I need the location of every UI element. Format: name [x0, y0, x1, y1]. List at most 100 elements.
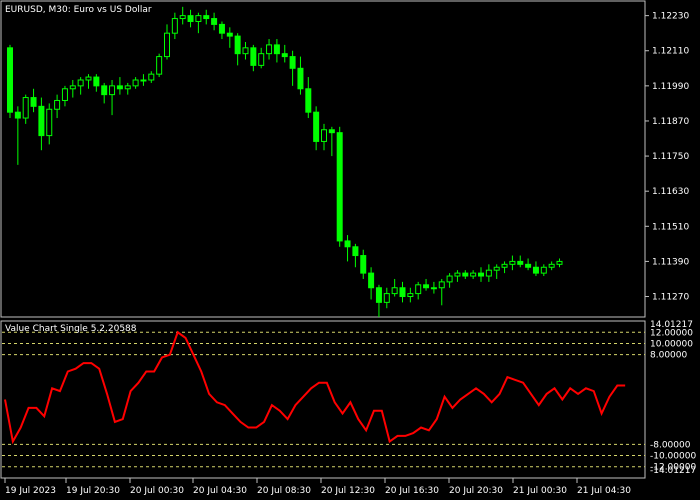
candle-body	[171, 18, 178, 34]
candle-body	[164, 32, 170, 58]
candle-body	[289, 56, 296, 69]
candle-body	[203, 15, 210, 20]
candle-body	[313, 111, 320, 142]
candle-body	[242, 47, 249, 55]
candle-body	[485, 269, 492, 277]
price-tick-label: 1.11870	[652, 117, 689, 127]
candle-body	[69, 85, 76, 90]
level-label: -10.00000	[650, 452, 696, 462]
candle-body	[148, 73, 155, 81]
trading-chart-window: EURUSD, M30: Euro vs US Dollar 1.122301.…	[0, 0, 700, 500]
candle	[156, 53, 163, 78]
candle-body	[305, 88, 312, 113]
candle-body	[540, 266, 547, 274]
time-tick-label: 21 Jul 04:30	[577, 486, 631, 496]
chart-title: EURUSD, M30: Euro vs US Dollar	[5, 5, 152, 15]
candle-body	[7, 47, 13, 113]
candle-body	[38, 105, 45, 137]
candle-body	[266, 44, 273, 55]
time-tick-label: 20 Jul 12:30	[321, 486, 375, 496]
candle-body	[124, 85, 131, 90]
price-tick-label: 1.11390	[652, 257, 689, 267]
candle-body	[234, 35, 241, 55]
time-tick-label: 21 Jul 00:30	[513, 486, 567, 496]
candle-body	[61, 88, 68, 101]
candle	[7, 44, 13, 119]
level-label: -8.00000	[650, 440, 691, 450]
candle-body	[297, 67, 304, 90]
time-tick-label: 19 Jul 20:30	[66, 486, 120, 496]
level-label: 12.00000	[650, 328, 693, 338]
candle-body	[30, 97, 37, 107]
candle-body	[109, 85, 116, 96]
candle-body	[14, 111, 21, 119]
candle-body	[93, 76, 100, 87]
candle-body	[250, 47, 257, 66]
time-tick-label: 20 Jul 00:30	[130, 486, 184, 496]
candle-body	[391, 287, 398, 295]
candle-body	[407, 293, 414, 298]
candle-body	[344, 240, 351, 248]
candle-body	[375, 287, 382, 303]
candle-body	[438, 281, 445, 289]
candle-body	[517, 260, 524, 265]
candle-body	[140, 79, 147, 82]
candle-body	[446, 275, 453, 283]
price-tick-label: 1.12230	[652, 12, 689, 22]
price-tick-label: 1.11750	[652, 152, 689, 162]
candle-body	[430, 287, 437, 290]
candle-body	[218, 23, 225, 34]
candle-body	[321, 129, 327, 142]
candle-body	[187, 15, 194, 22]
time-tick-label: 20 Jul 16:30	[385, 486, 439, 496]
candle-body	[423, 284, 430, 289]
candle-body	[548, 263, 555, 268]
candle-body	[226, 32, 233, 37]
candle-body	[383, 293, 390, 303]
level-label: 10.00000	[650, 339, 693, 349]
candle-body	[211, 18, 218, 25]
time-tick-label: 20 Jul 08:30	[257, 486, 311, 496]
candle-body	[156, 56, 163, 75]
candle-body	[360, 255, 367, 274]
candle-body	[22, 97, 29, 119]
candle	[336, 126, 343, 247]
candle-body	[46, 108, 53, 137]
candle-body	[116, 85, 123, 90]
price-tick-label: 1.11990	[652, 82, 689, 92]
price-tick-label: 1.11510	[652, 222, 689, 232]
price-tick-label: 1.11630	[652, 187, 689, 197]
candle-body	[415, 284, 422, 295]
time-tick-label: 20 Jul 04:30	[193, 486, 247, 496]
candle-body	[101, 85, 108, 96]
candle-body	[336, 132, 343, 242]
candle-body	[132, 79, 139, 87]
candle-body	[179, 15, 186, 20]
level-label: -12.00000	[650, 463, 696, 473]
candle-body	[281, 53, 288, 58]
price-tick-label: 1.11270	[652, 293, 689, 303]
price-tick-label: 1.12110	[652, 47, 689, 57]
time-tick-label: 19 Jul 2023	[5, 486, 56, 496]
candle-body	[462, 272, 469, 277]
level-label: 8.00000	[650, 351, 687, 361]
candle-body	[532, 266, 539, 274]
candle-body	[77, 79, 84, 87]
candle-body	[54, 99, 61, 110]
candle-body	[352, 246, 359, 257]
candle-body	[399, 287, 406, 298]
price-axis[interactable]: 1.12230 1.12110 1.11990 1.11870 1.11750 1.116…	[645, 12, 689, 303]
candle-body	[258, 53, 265, 66]
candle-body	[470, 272, 477, 277]
candle-body	[478, 272, 484, 277]
candle-body	[556, 260, 563, 265]
candle-body	[501, 263, 508, 268]
candle-body	[525, 263, 532, 268]
candle-body	[509, 260, 516, 265]
candle-body	[195, 15, 202, 22]
candle-body	[493, 266, 500, 271]
candle-body	[368, 272, 375, 289]
candle-body	[328, 129, 335, 134]
candle-body	[85, 76, 92, 81]
candle-body	[273, 44, 280, 55]
